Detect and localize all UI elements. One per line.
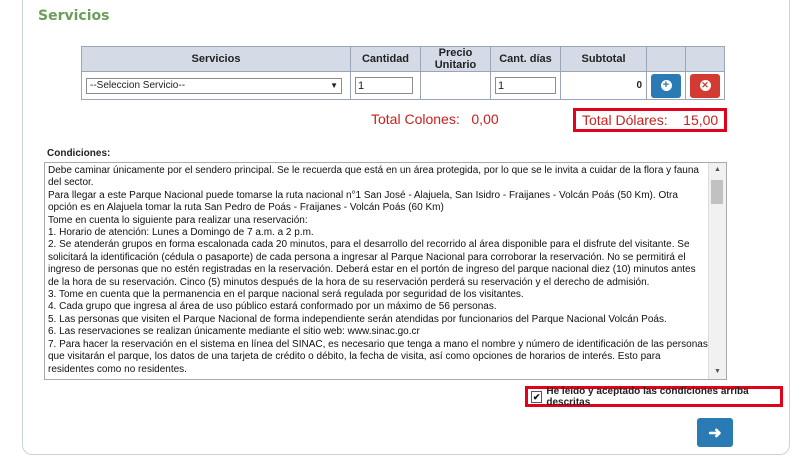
conditions-paragraph: 6. Las reservaciones se realizan únicame…	[48, 326, 420, 338]
accept-conditions[interactable]: ✔ He leído y aceptado las condiciones ar…	[525, 385, 783, 408]
service-select[interactable]: --Seleccion Servicio-- ▼	[86, 77, 342, 94]
conditions-paragraph: 1. Horario de atención: Lunes a Domingo …	[48, 227, 314, 239]
conditions-text: Debe caminar únicamente por el sendero p…	[48, 165, 708, 376]
header-cant-dias: Cant. días	[490, 46, 561, 72]
cantidad-input[interactable]: 1	[355, 77, 413, 94]
total-colones: Total Colones: 0,00	[371, 111, 499, 127]
precio-unitario-cell	[420, 71, 491, 100]
scroll-down-icon[interactable]: ▼	[709, 365, 726, 379]
add-service-button[interactable]: +	[651, 73, 681, 98]
header-remove	[685, 46, 725, 72]
conditions-paragraph: 2. Se atenderán grupos en forma escalona…	[48, 239, 696, 288]
accept-checkbox[interactable]: ✔	[531, 390, 543, 403]
conditions-paragraph: 4. Cada grupo que ingresa al área de uso…	[48, 301, 497, 313]
table-row: --Seleccion Servicio-- ▼ 1 1 0 + ✕	[81, 71, 725, 100]
section-title: Servicios	[38, 8, 110, 24]
total-dolares-value: 15,00	[683, 112, 719, 128]
header-add	[646, 46, 686, 72]
chevron-down-icon: ▼	[330, 81, 338, 90]
services-table: Servicios Cantidad Precio Unitario Cant.…	[81, 46, 725, 100]
header-subtotal: Subtotal	[560, 46, 647, 72]
scroll-up-icon[interactable]: ▲	[709, 163, 726, 177]
conditions-paragraph: 5. Las personas que visiten el Parque Na…	[48, 313, 667, 325]
subtotal-value: 0	[560, 71, 647, 100]
total-colones-label: Total Colones:	[371, 111, 460, 127]
total-dolares-label: Total Dólares:	[582, 112, 668, 128]
header-precio-unitario: Precio Unitario	[420, 46, 491, 72]
arrow-right-icon: ➜	[708, 424, 722, 442]
total-colones-value: 0,00	[471, 111, 499, 127]
scroll-thumb[interactable]	[711, 180, 723, 204]
close-icon: ✕	[699, 80, 711, 91]
conditions-textarea[interactable]: Debe caminar únicamente por el sendero p…	[44, 162, 727, 380]
accept-label: He leído y aceptado las condiciones arri…	[546, 385, 749, 408]
conditions-paragraph: 3. Tome en cuenta que la permanencia en …	[48, 289, 524, 301]
conditions-label: Condiciones:	[47, 148, 111, 159]
cant-dias-input[interactable]: 1	[495, 77, 556, 94]
header-cantidad: Cantidad	[350, 46, 421, 72]
service-select-value: --Seleccion Servicio--	[90, 80, 186, 91]
total-dolares: Total Dólares: 15,00	[573, 108, 728, 132]
conditions-paragraph: Para llegar a este Parque Nacional puede…	[48, 189, 678, 214]
conditions-paragraph: 7. Para hacer la reservación en el siste…	[48, 338, 708, 375]
conditions-scrollbar[interactable]: ▲ ▼	[708, 163, 726, 379]
plus-icon: +	[660, 80, 672, 91]
conditions-paragraph: Tome en cuenta lo siguiente para realiza…	[48, 214, 308, 226]
header-servicios: Servicios	[81, 46, 351, 72]
conditions-paragraph: Debe caminar únicamente por el sendero p…	[48, 165, 699, 189]
next-button[interactable]: ➜	[697, 418, 733, 447]
remove-service-button[interactable]: ✕	[690, 73, 720, 98]
